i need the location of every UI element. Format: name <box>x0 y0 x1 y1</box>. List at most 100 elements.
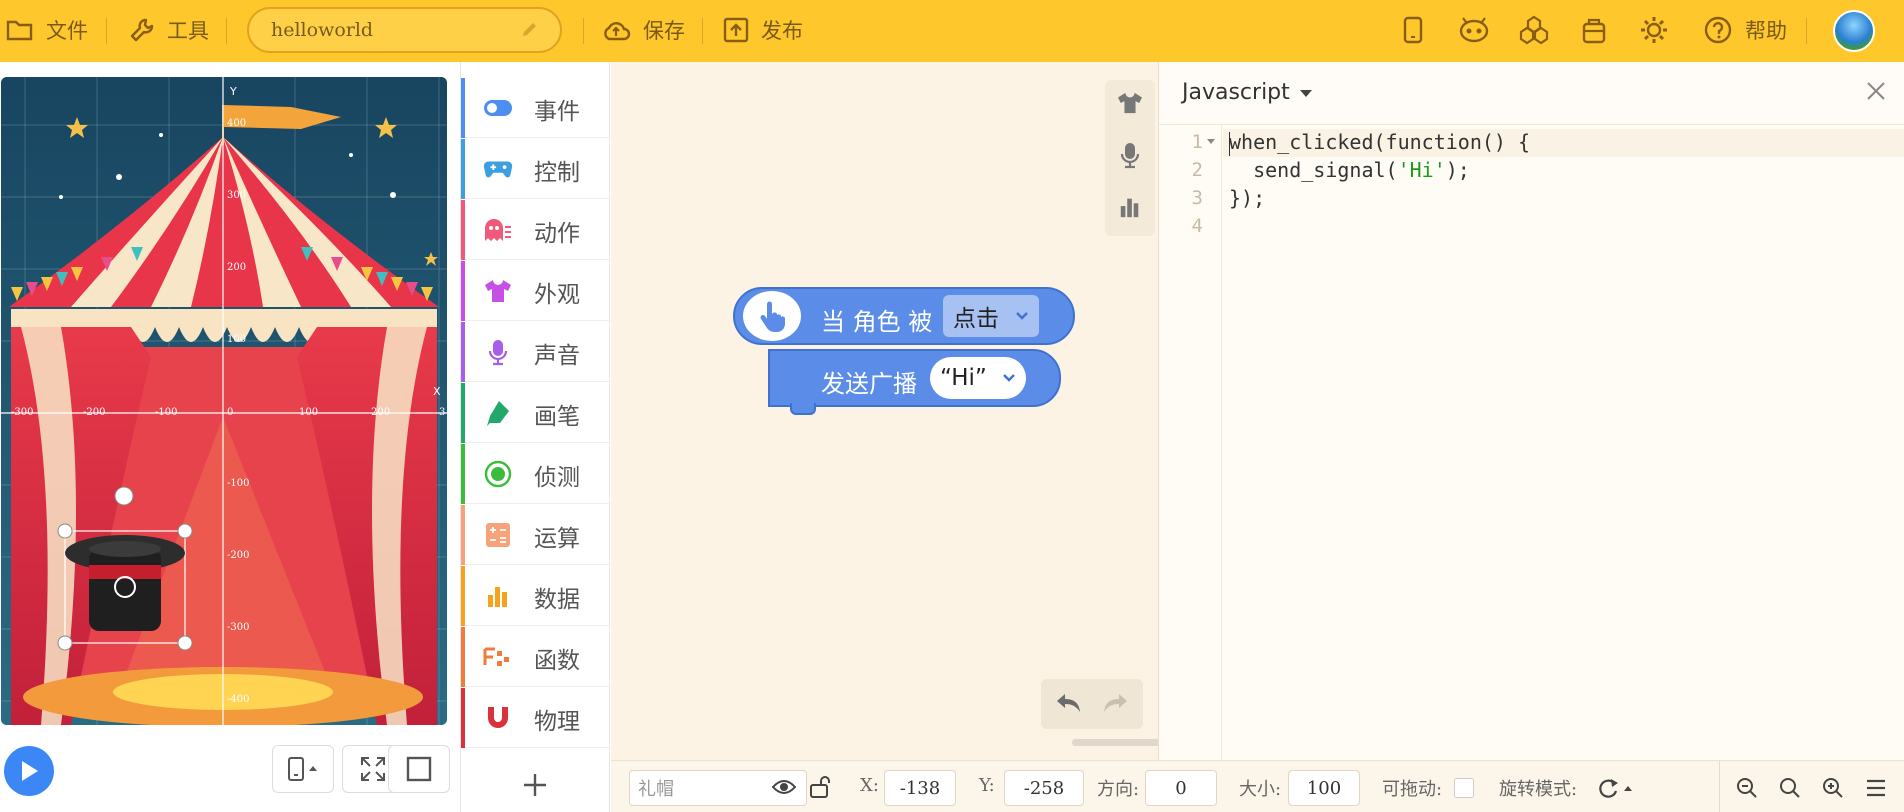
hand-pointer-icon <box>743 291 801 341</box>
category-looks[interactable]: 外观 <box>461 261 611 321</box>
when-clicked-block[interactable]: 当 角色 被 点击 <box>733 287 1075 345</box>
draggable-label: 可拖动: <box>1382 779 1443 800</box>
size-input[interactable]: 100 <box>1288 770 1360 806</box>
edit-pencil-icon[interactable] <box>520 21 538 44</box>
caret-down-icon <box>1299 89 1312 97</box>
help-button[interactable]: 帮助 <box>1703 0 1787 60</box>
category-label: 画笔 <box>534 404 580 430</box>
category-functions[interactable]: 函数 <box>461 627 611 687</box>
category-label: 声音 <box>534 343 580 369</box>
help-label: 帮助 <box>1745 19 1787 43</box>
undo-redo-group <box>1041 679 1143 729</box>
alien-icon[interactable] <box>1458 14 1490 46</box>
x-label: X: <box>860 775 879 796</box>
add-extension-button[interactable] <box>460 758 610 812</box>
horizontal-scrollbar[interactable] <box>1072 739 1160 746</box>
direction-input[interactable]: 0 <box>1145 770 1217 806</box>
redo-icon[interactable] <box>1101 691 1129 719</box>
undo-icon[interactable] <box>1055 691 1083 719</box>
settings-icon[interactable] <box>1638 14 1670 46</box>
dropdown-value: “Hi” <box>940 365 987 391</box>
save-label: 保存 <box>643 19 685 43</box>
bars-icon[interactable] <box>1115 192 1145 222</box>
category-sensing[interactable]: 侦测 <box>461 444 611 504</box>
backpack-icon[interactable] <box>1578 14 1610 46</box>
close-icon[interactable] <box>1865 80 1889 104</box>
zoom-reset-button[interactable] <box>1772 771 1808 805</box>
code-line[interactable]: send_signal('Hi'); <box>1229 158 1470 182</box>
draggable-checkbox[interactable] <box>1454 778 1474 798</box>
divider <box>106 18 107 44</box>
shirt-icon[interactable] <box>1115 88 1145 118</box>
text-cursor <box>1229 132 1230 156</box>
stage-canvas[interactable]: Y X -300 -200 -100 0 100 200 3 400 300 2… <box>1 77 447 725</box>
category-motion[interactable]: 动作 <box>461 200 611 260</box>
folder-icon <box>6 18 34 42</box>
category-pen[interactable]: 画笔 <box>461 383 611 443</box>
click-event-dropdown[interactable]: 点击 <box>943 295 1039 337</box>
category-color-bar <box>461 78 465 138</box>
y-tick: 200 <box>227 262 247 273</box>
mic-icon[interactable] <box>1115 140 1145 170</box>
ghost-icon <box>483 215 513 245</box>
category-data[interactable]: 数据 <box>461 566 611 626</box>
category-label: 数据 <box>534 587 580 613</box>
play-icon <box>22 761 38 781</box>
y-value: -258 <box>1023 777 1065 799</box>
category-color-bar <box>461 566 465 626</box>
code-string: 'Hi' <box>1397 158 1446 182</box>
category-color-bar <box>461 383 465 443</box>
gamepad-icon <box>483 154 513 184</box>
play-button[interactable] <box>4 746 54 796</box>
toggle-icon <box>483 93 513 123</box>
category-physics[interactable]: 物理 <box>461 688 611 748</box>
user-avatar[interactable] <box>1833 10 1875 52</box>
block-workspace[interactable] <box>611 62 1159 760</box>
tools-menu-label: 工具 <box>167 19 209 43</box>
zoom-in-button[interactable] <box>1815 771 1851 805</box>
category-label: 动作 <box>534 221 580 247</box>
block-text: 当 角色 被 <box>821 308 933 336</box>
category-events[interactable]: 事件 <box>461 78 611 138</box>
y-tick: -300 <box>227 622 250 633</box>
chevron-down-icon <box>1016 312 1028 320</box>
phone-icon[interactable] <box>1397 14 1429 46</box>
zoom-out-button[interactable] <box>1729 771 1765 805</box>
phone-rotate-icon <box>288 757 317 781</box>
dropdown-value: 点击 <box>953 306 999 332</box>
send-signal-block[interactable]: 发送广播 “Hi” <box>768 349 1061 415</box>
direction-value: 0 <box>1175 777 1187 799</box>
save-button[interactable]: 保存 <box>601 0 685 60</box>
tools-menu[interactable]: 工具 <box>129 0 209 60</box>
y-tick: 400 <box>227 118 247 129</box>
y-position-input[interactable]: -258 <box>1004 770 1084 806</box>
magnet-icon <box>483 703 513 733</box>
code-text: send_signal( <box>1229 158 1398 182</box>
file-menu[interactable]: 文件 <box>6 0 88 60</box>
block-notch <box>790 403 816 415</box>
category-operators[interactable]: 运算 <box>461 505 611 565</box>
rotation-mode-dropdown[interactable] <box>1591 771 1641 805</box>
signal-dropdown[interactable]: “Hi” <box>930 357 1026 399</box>
publish-button[interactable]: 发布 <box>723 0 803 60</box>
language-selector[interactable]: Javascript <box>1182 80 1312 105</box>
code-line[interactable]: }); <box>1229 186 1265 210</box>
x-position-input[interactable]: -138 <box>884 770 956 806</box>
extensions-icon[interactable] <box>1518 14 1550 46</box>
divider <box>583 18 584 44</box>
size-label: 大小: <box>1239 779 1282 800</box>
project-name-field[interactable]: helloworld <box>247 7 562 53</box>
category-color-bar <box>461 139 465 199</box>
unlock-icon[interactable] <box>808 775 832 803</box>
menu-button[interactable] <box>1858 771 1894 805</box>
fold-arrow-icon[interactable] <box>1207 139 1215 144</box>
small-stage-button[interactable] <box>388 745 450 793</box>
y-tick: -100 <box>227 478 250 489</box>
category-control[interactable]: 控制 <box>461 139 611 199</box>
eye-icon[interactable] <box>771 777 797 801</box>
hamburger-icon <box>1867 779 1885 797</box>
device-mode-button[interactable] <box>272 745 334 793</box>
size-value: 100 <box>1306 777 1342 799</box>
category-sound[interactable]: 声音 <box>461 322 611 382</box>
code-line[interactable]: when_clicked(function() { <box>1229 130 1530 154</box>
